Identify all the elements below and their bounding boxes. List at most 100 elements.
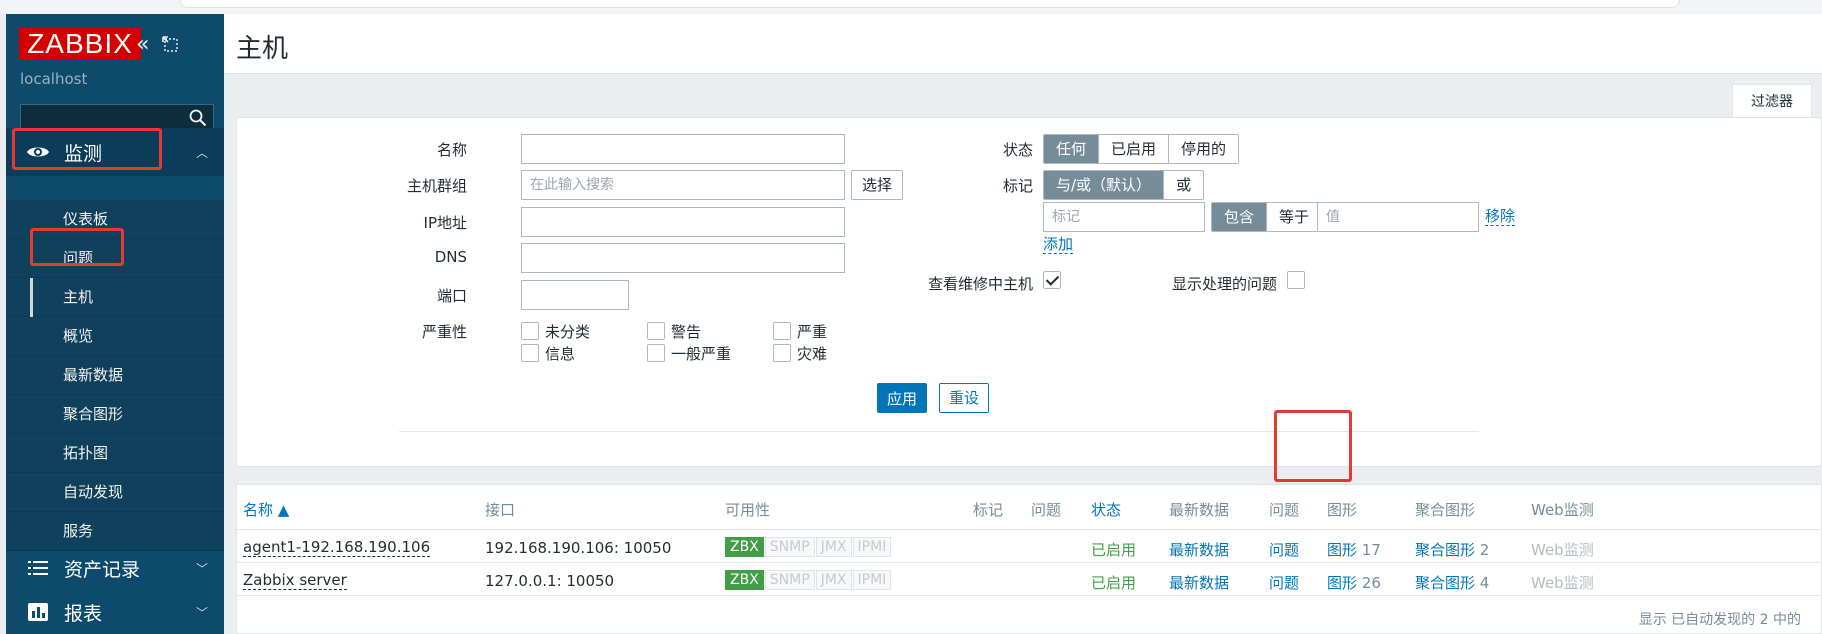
graphs-count: 17 — [1361, 541, 1381, 559]
select-hostgroup-button[interactable]: 选择 — [851, 170, 903, 200]
column-header-tags: 标记 — [973, 501, 1004, 519]
sidebar-item-label: 主机 — [63, 288, 94, 306]
hosts-table: 名称 ▲ 接口 可用性 标记 问题 状态 最新数据 问题 图形 聚合图形 Web… — [236, 484, 1822, 634]
chevron-down-icon: ﹀ — [195, 605, 208, 620]
problems-link[interactable]: 问题 — [1269, 572, 1299, 593]
host-status[interactable]: 已启用 — [1091, 539, 1136, 560]
graphs-link[interactable]: 图形 — [1327, 541, 1357, 559]
severity-label-warning: 警告 — [671, 323, 702, 341]
screens-link[interactable]: 聚合图形 — [1415, 541, 1475, 559]
dns-input[interactable] — [521, 243, 845, 273]
tags-or-option[interactable]: 或 — [1163, 171, 1204, 199]
sidebar-item-latest-data[interactable]: 最新数据 — [6, 356, 224, 395]
remove-tag-link[interactable]: 移除 — [1485, 207, 1516, 226]
tab-filter[interactable]: 过滤器 — [1732, 84, 1812, 118]
column-header-name[interactable]: 名称 ▲ — [243, 499, 289, 520]
screens-link[interactable]: 聚合图形 — [1415, 574, 1475, 592]
sidebar-item-screens[interactable]: 聚合图形 — [6, 395, 224, 434]
annotation-box-hosts — [30, 228, 124, 266]
graphs-link[interactable]: 图形 — [1327, 574, 1357, 592]
zbx-availability-badge: ZBX — [725, 570, 764, 590]
port-input[interactable] — [521, 280, 629, 310]
tags-label: 标记 — [1002, 177, 1033, 195]
jmx-availability-badge: JMX — [815, 570, 852, 590]
status-enabled-option[interactable]: 已启用 — [1098, 135, 1169, 163]
jmx-availability-badge: JMX — [815, 537, 852, 557]
collapse-sidebar-icon[interactable]: « — [136, 32, 149, 57]
severity-label-not-classified: 未分类 — [545, 323, 591, 341]
host-interface: 127.0.0.1: 10050 — [485, 572, 615, 590]
annotation-box-graphs — [1274, 410, 1352, 482]
column-header-screens: 聚合图形 — [1415, 501, 1476, 519]
tag-equals-option[interactable]: 等于 — [1266, 203, 1322, 231]
sidebar-item-overview[interactable]: 概览 — [6, 317, 224, 356]
sidebar-item-label: 最新数据 — [63, 366, 124, 384]
menu-reports[interactable]: 报表 ﹀ — [6, 588, 224, 634]
tag-operator-selector: 包含 等于 — [1211, 202, 1323, 232]
reset-button[interactable]: 重设 — [939, 383, 989, 413]
severity-disaster-checkbox[interactable] — [773, 344, 791, 362]
tag-name-input[interactable]: 标记 — [1043, 202, 1205, 232]
add-tag-link[interactable]: 添加 — [1043, 235, 1074, 254]
severity-label-high: 严重 — [797, 323, 828, 341]
show-suppressed-checkbox[interactable] — [1287, 271, 1305, 289]
severity-information-checkbox[interactable] — [521, 344, 539, 362]
host-name-link[interactable]: agent1-192.168.190.106 — [243, 539, 431, 557]
name-label: 名称 — [436, 141, 467, 159]
sidebar-item-discovery[interactable]: 自动发现 — [6, 473, 224, 512]
menu-inventory-label: 资产记录 — [64, 558, 141, 581]
status-disabled-option[interactable]: 停用的 — [1168, 135, 1239, 163]
severity-high-checkbox[interactable] — [773, 322, 791, 340]
severity-not-classified-checkbox[interactable] — [521, 322, 539, 340]
latest-data-link[interactable]: 最新数据 — [1169, 572, 1229, 593]
graphs-count: 26 — [1361, 574, 1381, 592]
apply-button[interactable]: 应用 — [877, 383, 927, 413]
show-maintenance-checkbox[interactable] — [1043, 271, 1061, 289]
sidebar-item-label: 聚合图形 — [63, 405, 124, 423]
zabbix-logo[interactable]: ZABBIX — [19, 28, 141, 60]
sidebar-item-label: 仪表板 — [63, 210, 109, 228]
name-input[interactable] — [521, 134, 845, 164]
problems-link[interactable]: 问题 — [1269, 539, 1299, 560]
tags-and-or-option[interactable]: 与/或（默认） — [1044, 171, 1164, 199]
status-label: 状态 — [1002, 141, 1033, 159]
menu-reports-label: 报表 — [64, 602, 103, 625]
sidebar-item-label: 概览 — [63, 327, 94, 345]
latest-data-link[interactable]: 最新数据 — [1169, 539, 1229, 560]
header: 主机 — [224, 14, 1822, 74]
snmp-availability-badge: SNMP — [764, 537, 815, 557]
status-any-option[interactable]: 任何 — [1044, 135, 1099, 163]
web-monitoring-link: Web监测 — [1531, 574, 1594, 592]
web-monitoring-link: Web监测 — [1531, 541, 1594, 559]
filter-panel: 名称 主机群组 在此输入搜索 选择 IP地址 DNS 端口 严重性 未分类 警告… — [236, 117, 1822, 467]
severity-warning-checkbox[interactable] — [647, 322, 665, 340]
row-divider — [237, 562, 1822, 563]
column-header-web: Web监测 — [1531, 501, 1594, 519]
column-header-status[interactable]: 状态 — [1091, 499, 1121, 520]
severity-label-disaster: 灾难 — [797, 345, 828, 363]
status-selector: 任何 已启用 停用的 — [1043, 134, 1240, 164]
main-content: 主机 过滤器 名称 主机群组 在此输入搜索 选择 IP地址 DNS 端口 严重性… — [224, 14, 1822, 634]
hostgroup-label: 主机群组 — [406, 177, 467, 195]
annotation-box-monitoring — [12, 128, 162, 170]
maintenance-label: 查看维修中主机 — [927, 275, 1033, 293]
availability-indicators: ZBX SNMP JMX IPMI — [725, 570, 892, 590]
dns-label: DNS — [434, 248, 467, 266]
host-status[interactable]: 已启用 — [1091, 572, 1136, 593]
column-header-problems: 问题 — [1031, 501, 1062, 519]
chevron-down-icon: ﹀ — [195, 561, 208, 576]
severity-average-checkbox[interactable] — [647, 344, 665, 362]
ip-input[interactable] — [521, 207, 845, 237]
sidebar-item-label: 服务 — [63, 522, 94, 540]
tag-value-input[interactable]: 值 — [1317, 202, 1479, 232]
hostgroup-input[interactable]: 在此输入搜索 — [521, 170, 845, 200]
ip-label: IP地址 — [423, 214, 467, 232]
tag-contains-option[interactable]: 包含 — [1212, 203, 1267, 231]
host-name-link[interactable]: Zabbix server — [243, 572, 347, 590]
sidebar-item-hosts[interactable]: 主机 — [6, 278, 224, 317]
menu-inventory[interactable]: 资产记录 ﹀ — [6, 544, 224, 592]
severity-label-average: 一般严重 — [671, 345, 732, 363]
sidebar-item-maps[interactable]: 拓扑图 — [6, 434, 224, 473]
search-icon[interactable] — [189, 109, 207, 127]
kiosk-mode-icon[interactable] — [162, 36, 178, 56]
